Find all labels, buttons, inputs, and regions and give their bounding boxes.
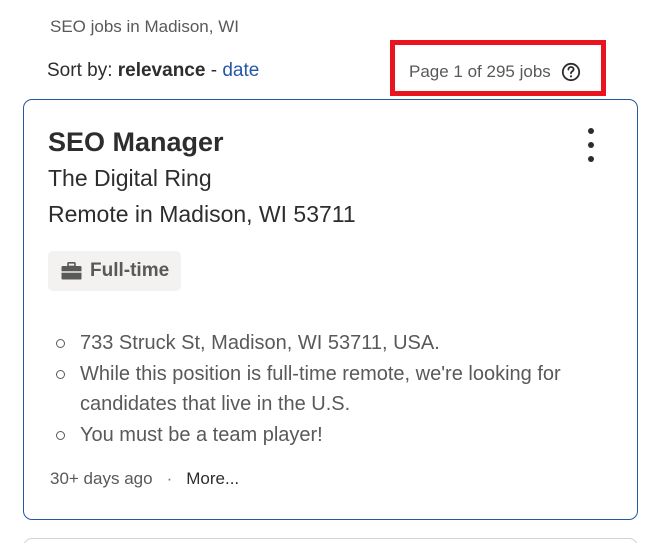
page-count-text: Page 1 of 295 jobs [409, 62, 551, 81]
snippet-item: While this position is full-time remote,… [54, 359, 574, 420]
next-job-card[interactable] [23, 538, 638, 543]
sort-prefix: Sort by: [47, 60, 118, 81]
more-link[interactable]: More... [186, 469, 239, 489]
job-footer: 30+ days ago · More... [50, 469, 239, 489]
job-type-label: Full-time [90, 260, 170, 281]
posted-date: 30+ days ago [50, 469, 153, 488]
job-title[interactable]: SEO Manager [48, 127, 224, 158]
sort-separator: - [205, 60, 223, 81]
more-vertical-icon[interactable] [580, 128, 602, 162]
snippet-item: 733 Struck St, Madison, WI 53711, USA. [54, 328, 574, 359]
job-location: Remote in Madison, WI 53711 [48, 201, 356, 227]
question-circle-icon[interactable] [561, 62, 581, 82]
sort-option-date-link[interactable]: date [222, 60, 259, 81]
job-type-badge: Full-time [48, 251, 182, 291]
briefcase-icon [61, 262, 82, 280]
page-count: Page 1 of 295 jobs [409, 62, 581, 82]
search-results-page: SEO jobs in Madison, WI Sort by: relevan… [0, 0, 664, 543]
sort-option-relevance: relevance [117, 60, 206, 81]
results-breadcrumb: SEO jobs in Madison, WI [50, 17, 239, 36]
job-snippet: 733 Struck St, Madison, WI 53711, USA. W… [54, 328, 574, 450]
company-name: The Digital Ring [48, 165, 212, 191]
snippet-item: You must be a team player! [54, 420, 574, 451]
job-card[interactable]: SEO Manager The Digital Ring Remote in M… [23, 99, 638, 520]
footer-separator: · [166, 469, 173, 488]
sort-control: Sort by: relevance - date [47, 60, 259, 82]
